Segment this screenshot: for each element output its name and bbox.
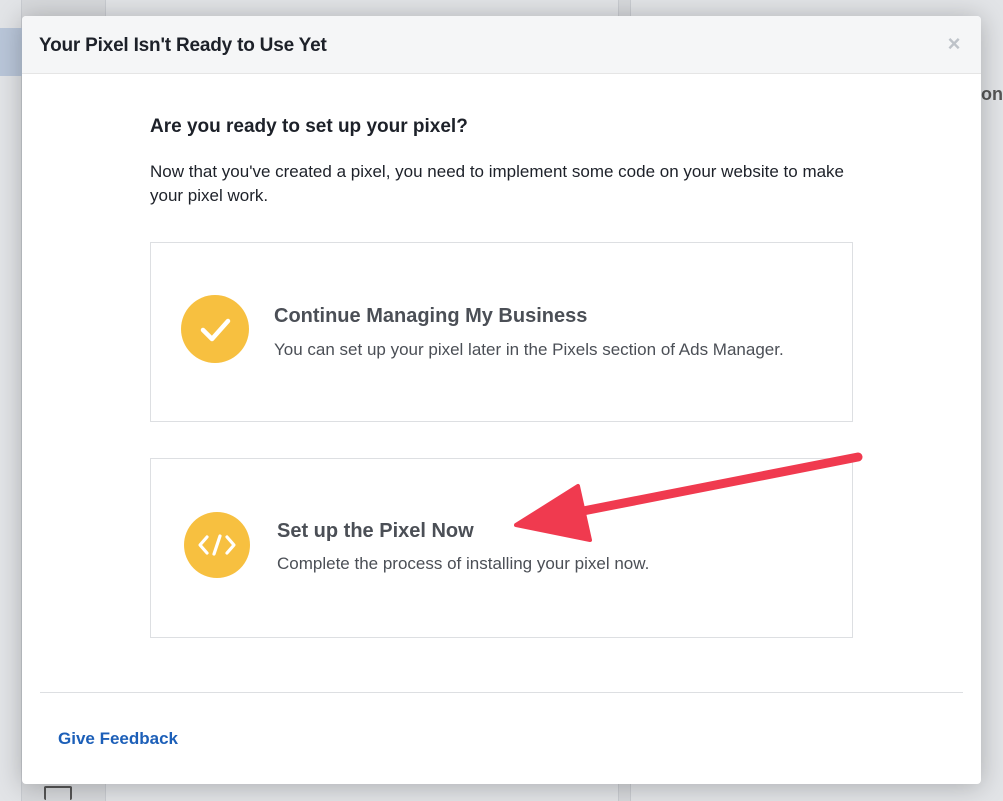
give-feedback-link[interactable]: Give Feedback xyxy=(58,729,178,749)
option-continue-managing[interactable]: Continue Managing My Business You can se… xyxy=(150,242,853,422)
close-icon[interactable]: × xyxy=(944,33,964,55)
checkmark-icon xyxy=(181,295,249,363)
pixel-setup-dialog: Your Pixel Isn't Ready to Use Yet × Are … xyxy=(22,16,981,784)
footer-divider xyxy=(40,692,963,693)
background-peek-text: on xyxy=(981,84,1003,104)
option-title: Set up the Pixel Now xyxy=(277,520,474,542)
option-title: Continue Managing My Business xyxy=(274,305,588,327)
background-panel-icon xyxy=(44,786,72,800)
option-subtitle: Complete the process of installing your … xyxy=(277,554,650,573)
dialog-header: Your Pixel Isn't Ready to Use Yet × xyxy=(22,16,981,74)
dialog-description: Now that you've created a pixel, you nee… xyxy=(150,162,845,205)
background-nav-highlight xyxy=(0,28,22,76)
code-icon xyxy=(184,512,250,578)
background-left-nav xyxy=(0,0,22,801)
dialog-body: Are you ready to set up your pixel? Now … xyxy=(150,116,853,208)
dialog-heading: Are you ready to set up your pixel? xyxy=(150,116,468,137)
dialog-title: Your Pixel Isn't Ready to Use Yet xyxy=(39,35,327,56)
option-subtitle: You can set up your pixel later in the P… xyxy=(274,340,784,359)
option-set-up-pixel-now[interactable]: Set up the Pixel Now Complete the proces… xyxy=(150,458,853,638)
